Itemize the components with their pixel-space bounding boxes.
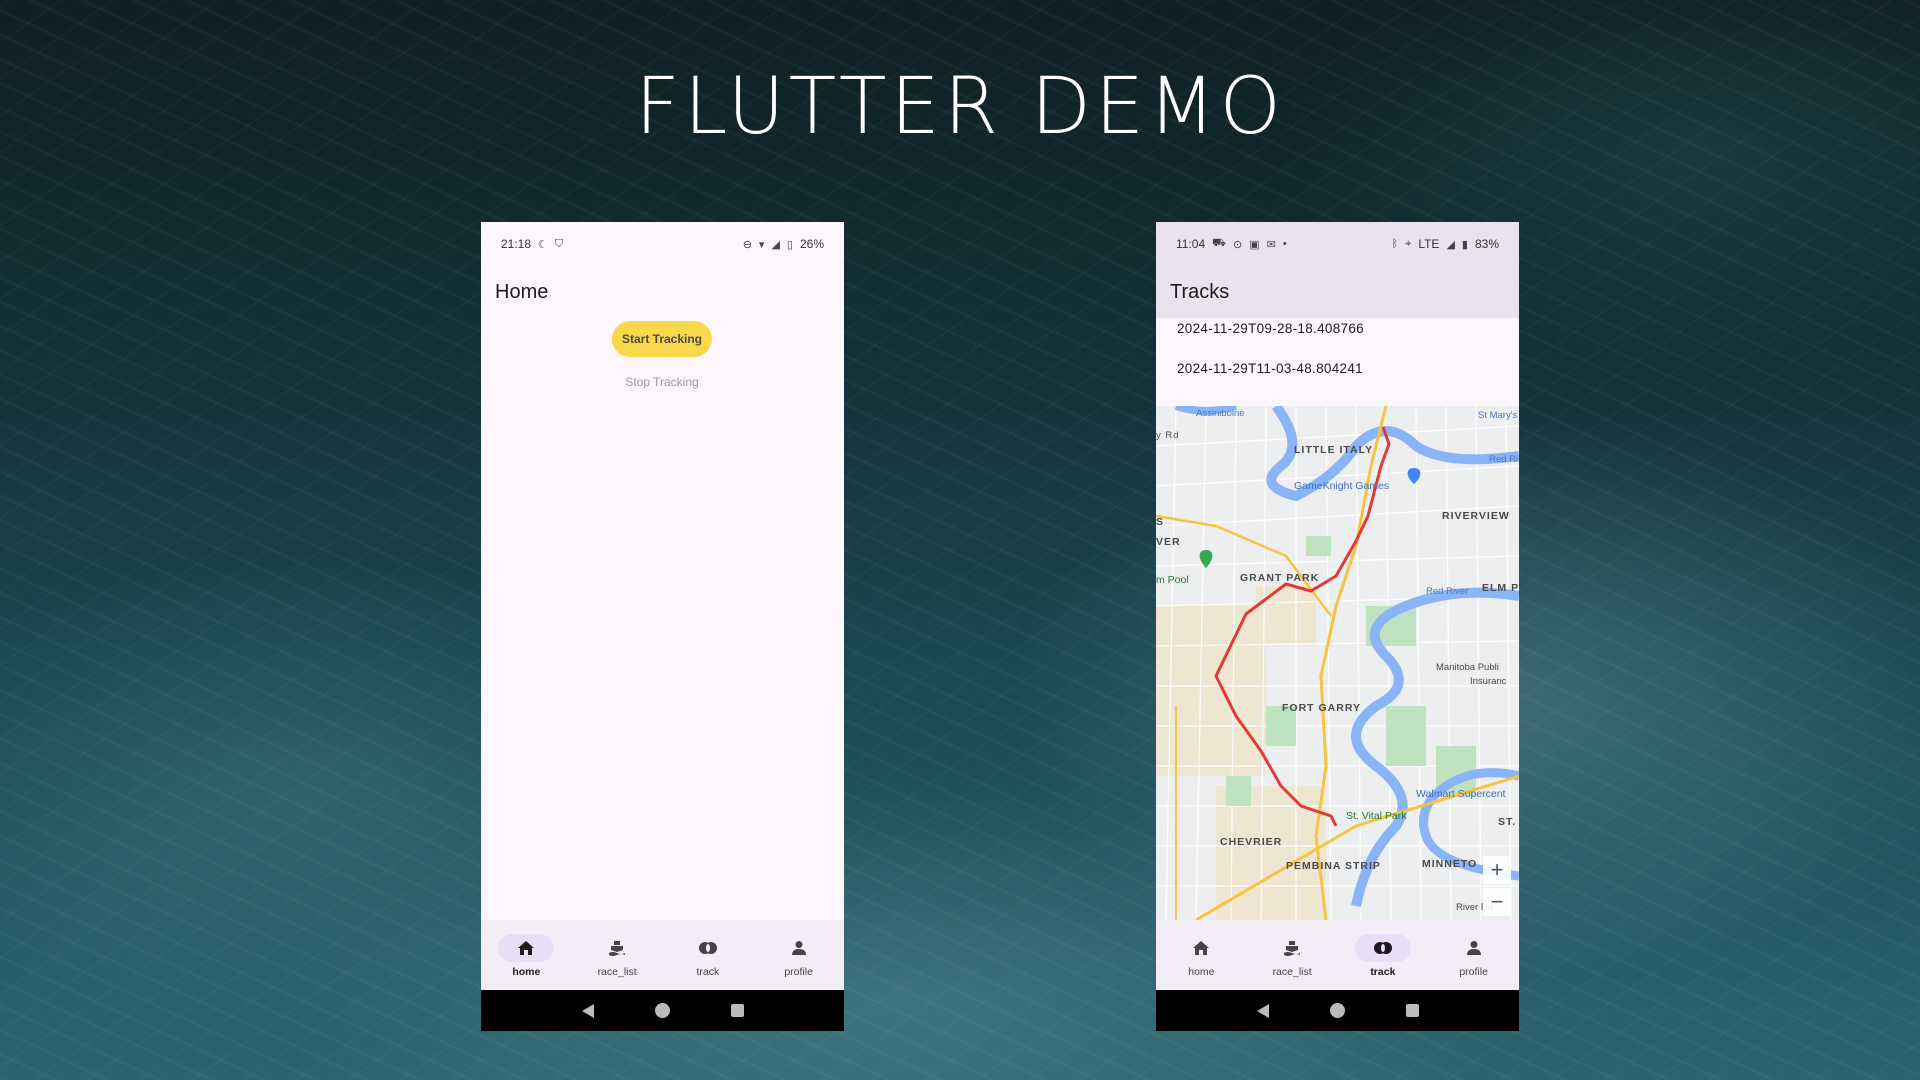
bluetooth-icon: ᛒ bbox=[1391, 238, 1399, 250]
map-label: y Rd bbox=[1156, 430, 1180, 441]
nav-item-track[interactable]: track bbox=[663, 920, 754, 990]
battery-percent: 26% bbox=[799, 237, 824, 251]
status-bar: 11:04 ⛟ ⊙ ▣ ✉ • ᛒ ⌖ LTE ◢ ▮ 83% bbox=[1156, 222, 1519, 266]
nav-label-profile: profile bbox=[1459, 966, 1488, 978]
status-bar: 21:18 ☾ ⛉ ⊖ ▾ ◢ ▯ 26% bbox=[481, 222, 844, 266]
boat-icon bbox=[1264, 934, 1320, 962]
battery-percent: 83% bbox=[1474, 237, 1499, 251]
broadcast-icon: ⊙ bbox=[1232, 238, 1243, 251]
map-label: GameKnight Games bbox=[1294, 480, 1390, 492]
map-label: ELM P bbox=[1482, 582, 1519, 594]
nav-item-race-list[interactable]: race_list bbox=[572, 920, 663, 990]
phone-tracks-screen: 11:04 ⛟ ⊙ ▣ ✉ • ᛒ ⌖ LTE ◢ ▮ 83% Tracks 2… bbox=[1156, 222, 1519, 1031]
nav-label-race-list: race_list bbox=[1272, 966, 1312, 978]
nav-item-profile[interactable]: profile bbox=[753, 920, 844, 990]
app-bar: Tracks bbox=[1156, 266, 1519, 318]
map-label: St. Vital Park bbox=[1346, 810, 1407, 822]
mail-icon: ✉ bbox=[1266, 238, 1276, 251]
nav-item-profile[interactable]: profile bbox=[1428, 920, 1519, 990]
zoom-in-button[interactable]: + bbox=[1483, 856, 1511, 884]
map-label: Walmart Supercent bbox=[1416, 788, 1506, 800]
person-icon bbox=[771, 934, 827, 962]
map-label: Assiniboine bbox=[1196, 408, 1245, 419]
map-label: GRANT PARK bbox=[1240, 572, 1320, 584]
nav-item-home[interactable]: home bbox=[1156, 920, 1247, 990]
recents-icon[interactable] bbox=[1405, 1004, 1419, 1017]
nav-label-track: track bbox=[696, 966, 720, 978]
start-tracking-button[interactable]: Start Tracking bbox=[612, 321, 712, 357]
bottom-navigation: home race_list track profile bbox=[481, 920, 844, 990]
map-label: m Pool bbox=[1156, 574, 1189, 586]
list-item[interactable]: 2024-11-29T09-28-18.408766 bbox=[1177, 321, 1364, 336]
track-icon bbox=[680, 934, 736, 962]
map-label: RIVERVIEW bbox=[1442, 510, 1510, 522]
nav-item-track[interactable]: track bbox=[1338, 920, 1429, 990]
list-item[interactable]: 2024-11-29T11-03-48.804241 bbox=[1177, 361, 1363, 376]
map-label: S bbox=[1156, 516, 1165, 528]
signal-icon: ◢ bbox=[771, 238, 780, 251]
home-icon bbox=[498, 934, 555, 962]
status-time: 11:04 bbox=[1176, 237, 1206, 251]
map-label: Red River bbox=[1426, 586, 1469, 597]
nav-label-track: track bbox=[1370, 966, 1396, 978]
dot-icon: • bbox=[1282, 238, 1287, 250]
network-type: LTE bbox=[1418, 237, 1440, 251]
zoom-out-button[interactable]: − bbox=[1483, 888, 1511, 916]
location-icon: ⌖ bbox=[1405, 237, 1412, 250]
map-label: St Mary's R bbox=[1478, 410, 1519, 421]
shield-icon: ⛉ bbox=[554, 237, 564, 250]
system-navigation-bar bbox=[1156, 990, 1519, 1031]
system-navigation-bar bbox=[481, 990, 844, 1031]
page-title: Home bbox=[495, 280, 549, 303]
home-circle-icon[interactable] bbox=[654, 1003, 670, 1018]
boat-icon bbox=[589, 934, 645, 962]
track-icon bbox=[1354, 934, 1411, 962]
map-label: VER bbox=[1156, 536, 1181, 548]
nav-item-home[interactable]: home bbox=[481, 920, 572, 990]
nav-label-race-list: race_list bbox=[597, 966, 637, 978]
map-label: Manitoba Publi bbox=[1436, 662, 1499, 673]
app-bar: Home bbox=[481, 266, 844, 318]
person-icon bbox=[1446, 934, 1502, 962]
battery-icon: ▮ bbox=[1461, 238, 1468, 251]
map-view[interactable]: Assiniboine St Mary's R y Rd LITTLE ITAL… bbox=[1156, 406, 1519, 920]
map-label: MINNETO bbox=[1422, 858, 1478, 870]
map-label: CHEVRIER bbox=[1220, 836, 1283, 848]
map-label: Red Ri bbox=[1489, 454, 1519, 465]
recents-icon[interactable] bbox=[730, 1004, 744, 1017]
bottom-navigation: home race_list track profile bbox=[1156, 920, 1519, 990]
home-icon bbox=[1173, 934, 1229, 962]
nav-label-profile: profile bbox=[784, 966, 813, 978]
car-icon: ⛟ bbox=[1212, 237, 1226, 249]
nav-label-home: home bbox=[1188, 966, 1215, 978]
moon-icon: ☾ bbox=[538, 238, 548, 251]
phone-home-screen: 21:18 ☾ ⛉ ⊖ ▾ ◢ ▯ 26% Home Start Trackin… bbox=[481, 222, 844, 1031]
dnd-icon: ⊖ bbox=[742, 238, 752, 251]
nav-label-home: home bbox=[512, 966, 541, 978]
signal-icon: ◢ bbox=[1446, 238, 1455, 251]
map-label: LITTLE ITALY bbox=[1294, 444, 1374, 456]
page-title: Tracks bbox=[1170, 280, 1230, 303]
map-label: Insuranc bbox=[1470, 676, 1507, 687]
nav-item-race-list[interactable]: race_list bbox=[1247, 920, 1338, 990]
map-label: ST. bbox=[1498, 816, 1517, 828]
home-circle-icon[interactable] bbox=[1329, 1003, 1345, 1018]
back-icon[interactable] bbox=[581, 1003, 594, 1018]
stop-tracking-button[interactable]: Stop Tracking bbox=[602, 372, 722, 392]
back-icon[interactable] bbox=[1256, 1003, 1269, 1018]
map-label: PEMBINA STRIP bbox=[1286, 860, 1381, 872]
wifi-icon: ▾ bbox=[758, 238, 765, 251]
battery-icon: ▯ bbox=[786, 238, 793, 251]
slide-title: FLUTTER DEMO bbox=[635, 62, 1285, 152]
status-time: 21:18 bbox=[501, 237, 532, 251]
map-label: FORT GARRY bbox=[1282, 702, 1362, 714]
calendar-icon: ▣ bbox=[1249, 238, 1260, 251]
